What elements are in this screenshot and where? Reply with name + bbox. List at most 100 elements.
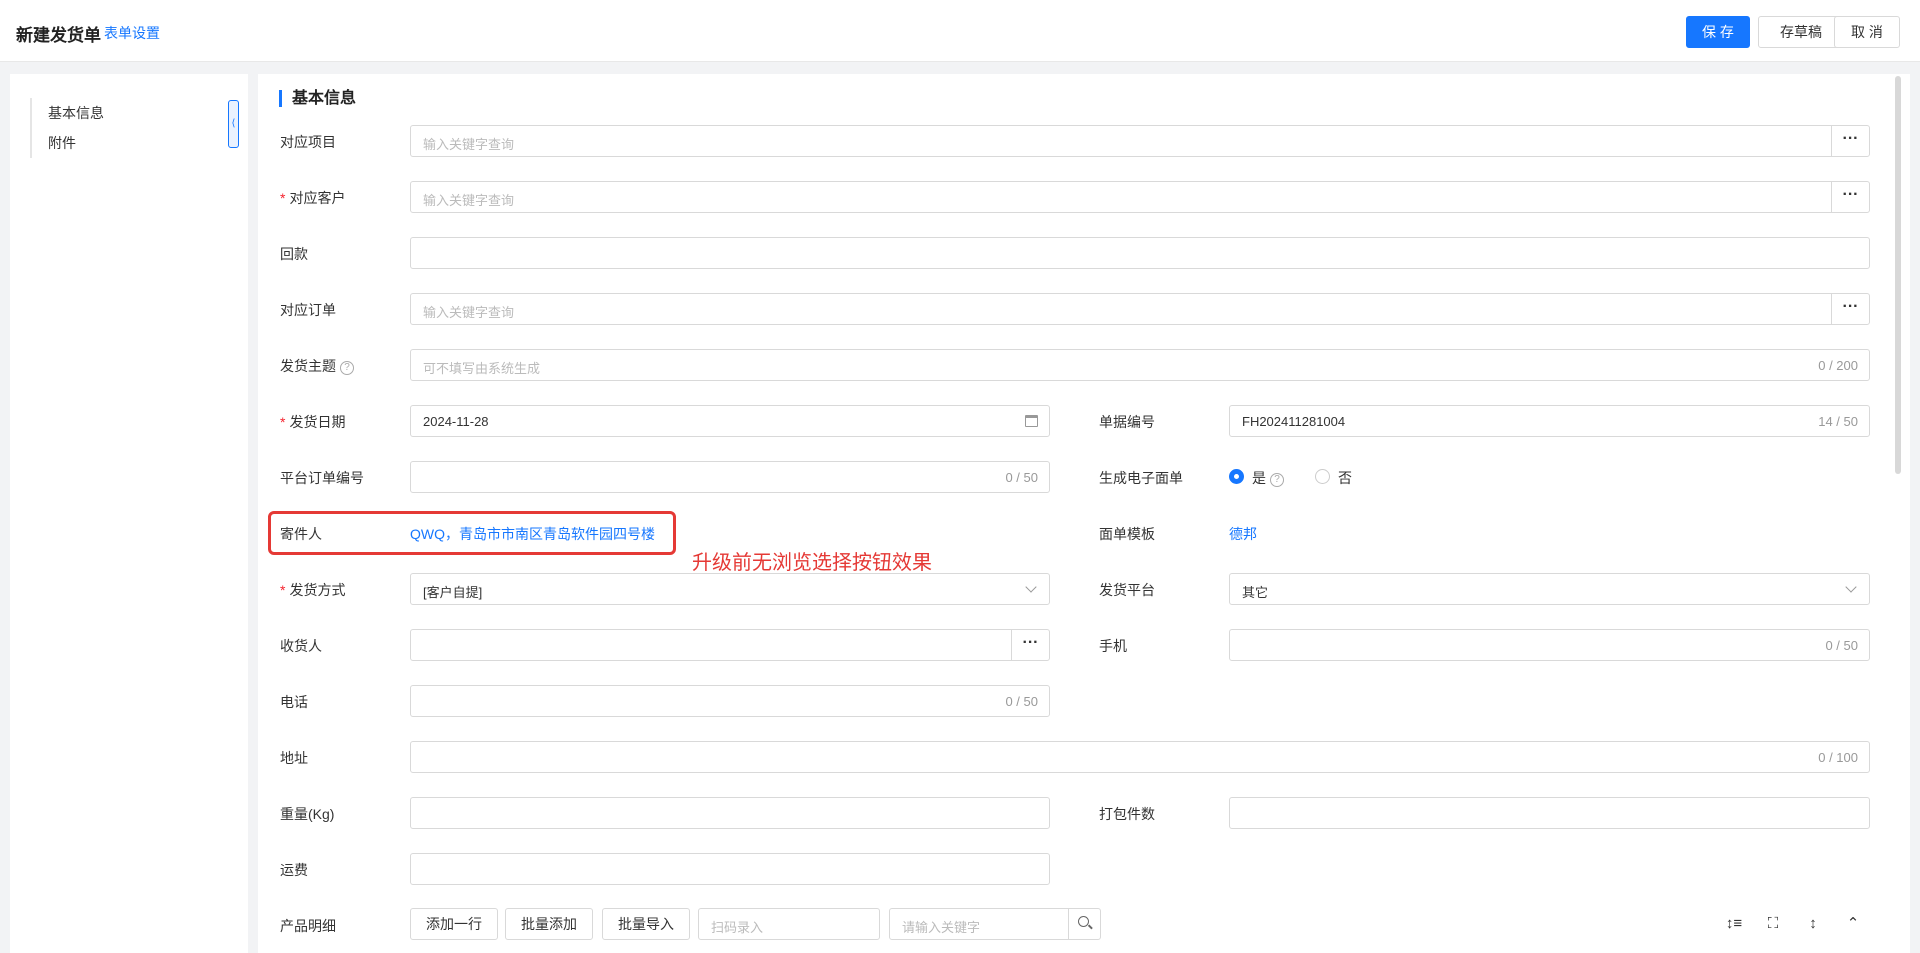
order-placeholder: 输入关键字查询 — [423, 305, 515, 320]
row-height-icon[interactable]: ↕≡ — [1724, 914, 1744, 934]
payment-input[interactable] — [410, 237, 1870, 269]
freight-input[interactable] — [410, 853, 1050, 885]
page-header: 新建发货单 表单设置 保 存 存草稿 取 消 — [0, 0, 1920, 62]
mobile-counter: 0 / 50 — [1825, 638, 1858, 653]
order-label: 对应订单 — [280, 302, 336, 318]
receiver-label: 收货人 — [280, 638, 322, 654]
annotation-highlight-box — [268, 511, 676, 555]
customer-label-text: 对应客户 — [289, 190, 346, 206]
project-input[interactable]: 输入关键字查询 ··· — [410, 125, 1870, 157]
section-title: 基本信息 — [279, 90, 356, 107]
subject-label-text: 发货主题 — [280, 358, 336, 374]
waybill-template-label: 面单模板 — [1099, 526, 1155, 542]
scroll-thumb[interactable] — [1895, 76, 1901, 474]
subject-input[interactable]: 可不填写由系统生成 0 / 200 — [410, 349, 1870, 381]
packages-label: 打包件数 — [1099, 806, 1155, 822]
help-icon[interactable]: ? — [340, 361, 354, 375]
ship-platform-label: 发货平台 — [1099, 582, 1155, 598]
subject-counter: 0 / 200 — [1818, 358, 1858, 373]
ship-method-select[interactable]: [客户自提] — [410, 573, 1050, 605]
required-mark: * — [280, 414, 286, 430]
calendar-icon — [1025, 415, 1038, 427]
subject-label: 发货主题? — [280, 356, 354, 376]
receiver-browse-button[interactable]: ··· — [1011, 630, 1049, 660]
batch-import-button[interactable]: 批量导入 — [602, 908, 690, 940]
ship-platform-select[interactable]: 其它 — [1229, 573, 1870, 605]
address-input[interactable]: 0 / 100 — [410, 741, 1870, 773]
page-title: 新建发货单 — [16, 26, 101, 45]
waybill-template-link[interactable]: 德邦 — [1229, 524, 1257, 544]
phone-input[interactable]: 0 / 50 — [410, 685, 1050, 717]
ship-date-value: 2024-11-28 — [423, 414, 489, 429]
ship-method-value: [客户自提] — [423, 585, 483, 600]
doc-no-counter: 14 / 50 — [1818, 414, 1858, 429]
weight-input[interactable] — [410, 797, 1050, 829]
platform-order-label: 平台订单编号 — [280, 470, 364, 486]
add-row-button[interactable]: 添加一行 — [410, 908, 498, 940]
ship-date-picker[interactable]: 2024-11-28 — [410, 405, 1050, 437]
expand-vertical-icon[interactable]: ↕ — [1803, 914, 1823, 934]
search-icon-handle — [1088, 924, 1093, 930]
e-waybill-no-label: 否 — [1338, 470, 1352, 486]
e-waybill-label: 生成电子面单 — [1099, 470, 1183, 486]
e-waybill-yes-label: 是? — [1252, 468, 1284, 488]
chevron-down-icon — [1845, 581, 1857, 593]
mobile-input[interactable]: 0 / 50 — [1229, 629, 1870, 661]
freight-label: 运费 — [280, 862, 308, 878]
mobile-label: 手机 — [1099, 638, 1127, 654]
e-waybill-yes-radio[interactable] — [1229, 469, 1244, 484]
customer-label: * 对应客户 — [280, 188, 345, 208]
chevron-down-icon — [1025, 581, 1037, 593]
search-button[interactable] — [1068, 909, 1100, 939]
platform-order-counter: 0 / 50 — [1005, 470, 1038, 485]
panel-divider — [248, 74, 258, 953]
ship-platform-value: 其它 — [1242, 585, 1269, 600]
project-label: 对应项目 — [280, 134, 336, 150]
help-icon[interactable]: ? — [1270, 473, 1284, 487]
project-placeholder: 输入关键字查询 — [423, 137, 515, 152]
weight-label: 重量(Kg) — [280, 806, 335, 822]
batch-add-button[interactable]: 批量添加 — [505, 908, 593, 940]
cancel-button[interactable]: 取 消 — [1834, 16, 1900, 48]
nav-item-basic-info[interactable]: 基本信息 — [32, 98, 230, 128]
order-browse-button[interactable]: ··· — [1831, 294, 1869, 324]
doc-no-label: 单据编号 — [1099, 414, 1155, 430]
ship-date-label-text: 发货日期 — [289, 414, 346, 430]
save-draft-button[interactable]: 存草稿 — [1758, 16, 1844, 48]
chevron-up-icon[interactable]: ⌃ — [1843, 914, 1863, 934]
scrollbar[interactable] — [1894, 74, 1902, 953]
payment-label: 回款 — [280, 246, 308, 262]
project-browse-button[interactable]: ··· — [1831, 126, 1869, 156]
form-settings-link[interactable]: 表单设置 — [104, 23, 160, 43]
address-label: 地址 — [280, 750, 308, 766]
packages-input[interactable] — [1229, 797, 1870, 829]
subject-placeholder: 可不填写由系统生成 — [423, 361, 541, 376]
product-search-input[interactable]: 请输入关键字 — [889, 908, 1101, 940]
fullscreen-icon[interactable]: ⛶ — [1763, 914, 1783, 934]
ship-method-label-text: 发货方式 — [289, 582, 346, 598]
ship-method-label: * 发货方式 — [280, 580, 345, 600]
nav-item-attachments[interactable]: 附件 — [32, 128, 230, 158]
required-mark: * — [280, 190, 286, 206]
products-label: 产品明细 — [280, 918, 336, 934]
platform-order-input[interactable]: 0 / 50 — [410, 461, 1050, 493]
address-counter: 0 / 100 — [1818, 750, 1858, 765]
ship-date-label: * 发货日期 — [280, 412, 345, 432]
scan-placeholder: 扫码录入 — [711, 920, 764, 935]
required-mark: * — [280, 582, 286, 598]
collapse-sidebar-icon[interactable]: ⟨ — [228, 100, 239, 148]
scan-input[interactable]: 扫码录入 — [698, 908, 880, 940]
customer-input[interactable]: 输入关键字查询 ··· — [410, 181, 1870, 213]
yes-text: 是 — [1252, 470, 1266, 486]
phone-counter: 0 / 50 — [1005, 694, 1038, 709]
order-input[interactable]: 输入关键字查询 ··· — [410, 293, 1870, 325]
product-search-placeholder: 请输入关键字 — [902, 920, 981, 935]
doc-no-input[interactable]: FH202411281004 14 / 50 — [1229, 405, 1870, 437]
receiver-input[interactable]: ··· — [410, 629, 1050, 661]
doc-no-value: FH202411281004 — [1242, 414, 1346, 429]
annotation-text: 升级前无浏览选择按钮效果 — [692, 552, 932, 574]
customer-browse-button[interactable]: ··· — [1831, 182, 1869, 212]
e-waybill-no-radio[interactable] — [1315, 469, 1330, 484]
save-button[interactable]: 保 存 — [1686, 16, 1750, 48]
phone-label: 电话 — [280, 694, 308, 710]
